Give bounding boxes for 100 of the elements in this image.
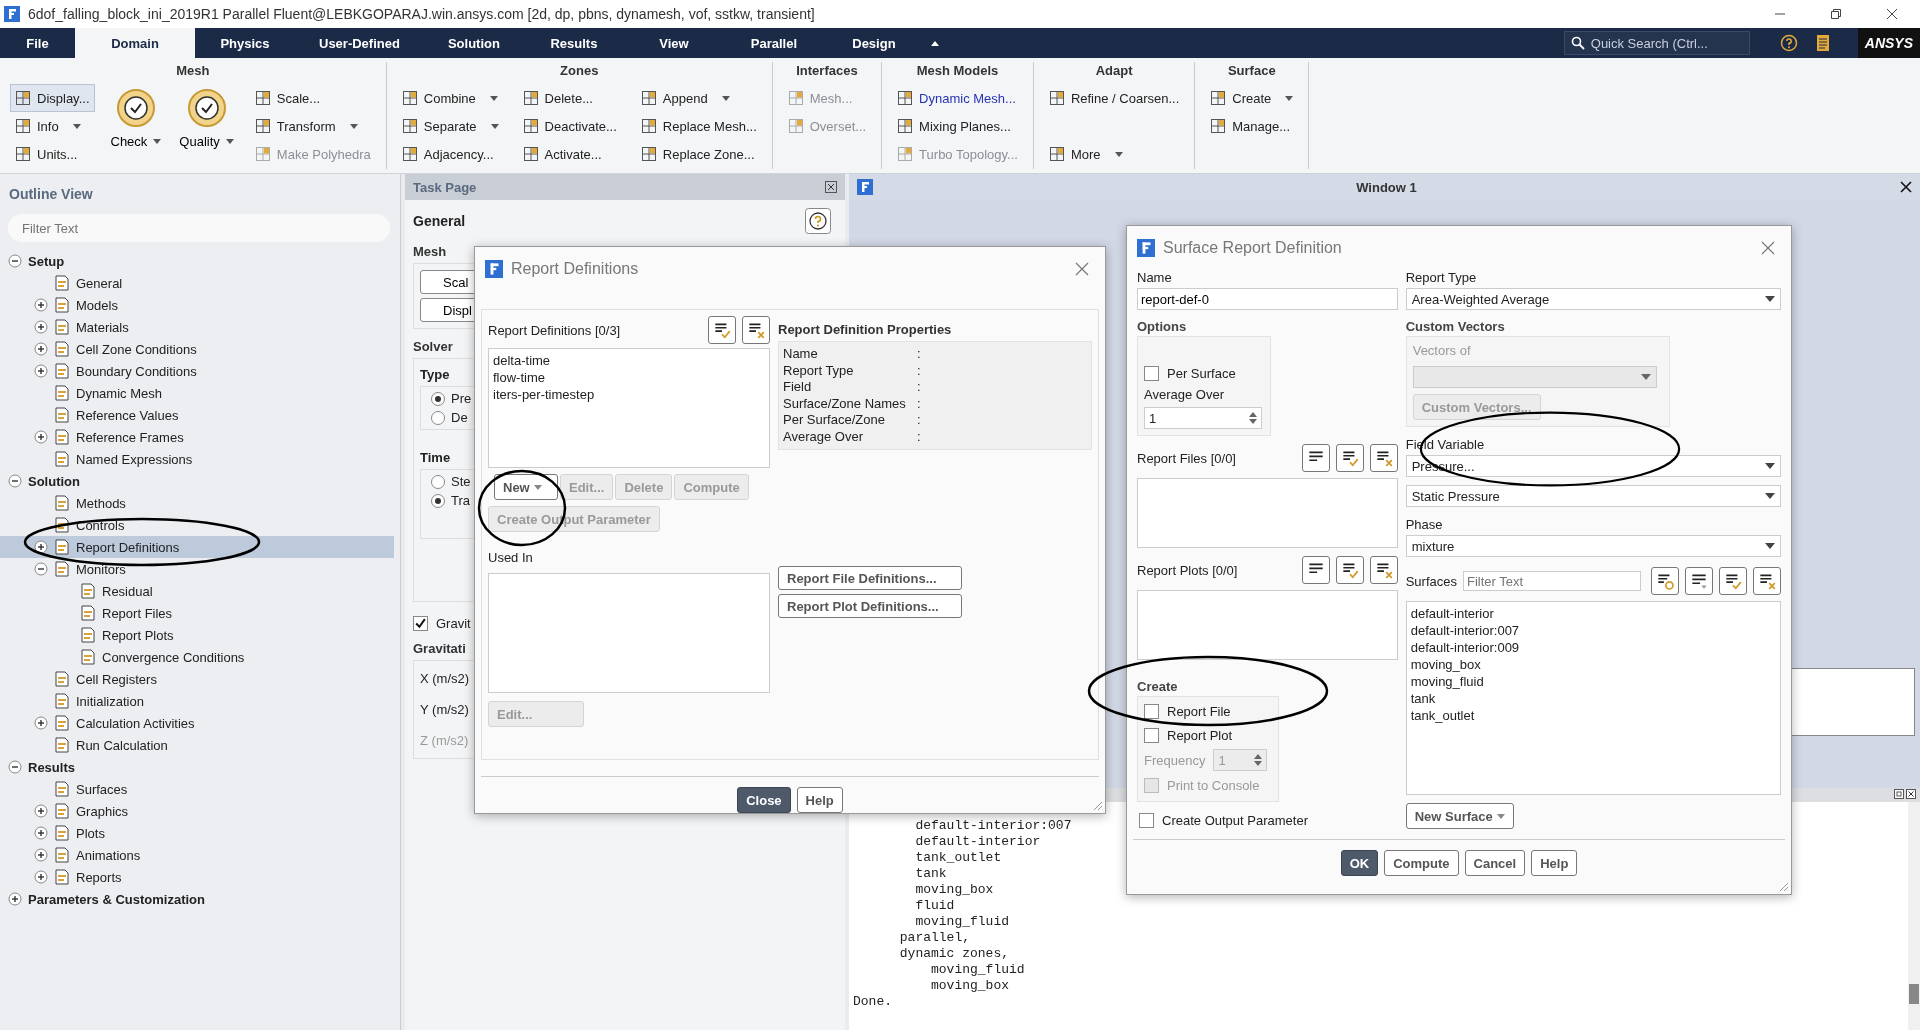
tree-item[interactable]: Boundary Conditions	[0, 360, 394, 382]
close-icon[interactable]	[1900, 181, 1912, 193]
radio-button[interactable]	[431, 410, 445, 425]
dialog-button[interactable]: Cancel	[1464, 850, 1526, 876]
list-item[interactable]: moving_box	[1410, 656, 1481, 673]
expander-icon[interactable]	[34, 540, 48, 554]
checkbox[interactable]	[1144, 365, 1159, 381]
ribbon-button[interactable]: Activate...	[517, 140, 622, 168]
radio-button[interactable]	[431, 493, 445, 508]
radio-button[interactable]	[431, 391, 445, 406]
ribbon-button[interactable]: Adjacency...	[396, 140, 504, 168]
ribbon-button[interactable]: Delete...	[517, 84, 622, 112]
definitions-button[interactable]: Report File Definitions...	[778, 566, 962, 590]
name-field[interactable]: report-def-0	[1137, 288, 1398, 310]
filter-field[interactable]: Filter Text	[1463, 571, 1641, 591]
ribbon-button[interactable]: Dynamic Mesh...	[892, 84, 1023, 112]
dialog-button[interactable]: Close	[737, 787, 791, 813]
ribbon-button[interactable]: Replace Zone...	[635, 140, 762, 168]
select-all-button[interactable]	[708, 316, 736, 344]
search-field[interactable]: Quick Search (Ctrl...	[1563, 31, 1750, 55]
list-item[interactable]: iters-per-timestep	[493, 386, 595, 403]
dialog-button[interactable]: Compute	[1384, 850, 1459, 876]
ribbon-button[interactable]: Quality	[177, 84, 236, 153]
deselect-all-button[interactable]	[742, 316, 770, 344]
ribbon-button[interactable]: Manage...	[1205, 112, 1299, 140]
tree-item[interactable]: Convergence Conditions	[0, 646, 394, 668]
spinner-arrows-icon[interactable]	[1254, 753, 1263, 767]
close-icon[interactable]	[1906, 789, 1916, 799]
menu-tab[interactable]: Solution	[423, 28, 524, 58]
help-icon[interactable]	[805, 208, 831, 234]
menu-tab[interactable]: Parallel	[723, 28, 824, 58]
list-item[interactable]: default-interior:007	[1410, 622, 1520, 639]
checkbox[interactable]	[1144, 703, 1159, 719]
list-item[interactable]: default-interior	[1410, 605, 1494, 622]
list-item[interactable]: default-interior:009	[1410, 639, 1520, 656]
tree-item[interactable]: Report Plots	[0, 624, 394, 646]
tree-item[interactable]: Initialization	[0, 690, 394, 712]
restore-icon[interactable]	[1830, 8, 1842, 20]
close-icon[interactable]	[1886, 8, 1898, 20]
tree-item[interactable]: Results	[0, 756, 394, 778]
spinner-arrows-icon[interactable]	[1249, 411, 1257, 425]
ribbon-button[interactable]: Separate	[396, 112, 504, 140]
resize-grip-icon[interactable]	[1777, 880, 1789, 892]
tree-item[interactable]: Calculation Activities	[0, 712, 394, 734]
tree-item[interactable]: Cell Zone Conditions	[0, 338, 394, 360]
dialog-button[interactable]: OK	[1340, 850, 1379, 876]
menu-tab[interactable]: User-Defined	[295, 28, 424, 58]
ribbon-button[interactable]: Scale...	[249, 84, 376, 112]
tree-item[interactable]: Reports	[0, 866, 394, 888]
tree-item[interactable]: Dynamic Mesh	[0, 382, 394, 404]
restore-icon[interactable]	[1894, 789, 1904, 799]
tree-item[interactable]: Named Expressions	[0, 448, 394, 470]
tree-item[interactable]: Reference Values	[0, 404, 394, 426]
list-item[interactable]: delta-time	[493, 352, 551, 369]
ribbon-button[interactable]: Display...	[10, 84, 95, 112]
checkbox[interactable]	[1144, 727, 1159, 743]
tree-item[interactable]: Surfaces	[0, 778, 394, 800]
list-options-button[interactable]	[1685, 567, 1713, 595]
ribbon-button[interactable]: Units...	[10, 140, 95, 168]
ribbon-button[interactable]: Replace Mesh...	[635, 112, 762, 140]
filter-options-button[interactable]	[1651, 567, 1679, 595]
ribbon-button[interactable]: Combine	[396, 84, 504, 112]
tree-item[interactable]: Materials	[0, 316, 394, 338]
definitions-button[interactable]: Report Plot Definitions...	[778, 594, 962, 618]
tree-item[interactable]: Parameters & Customization	[0, 888, 394, 910]
list-options-button[interactable]	[1301, 444, 1330, 472]
tree-item[interactable]: Residual	[0, 580, 394, 602]
tree-item[interactable]: General	[0, 272, 394, 294]
help-icon[interactable]	[1779, 34, 1798, 52]
new-surface-button[interactable]: New Surface	[1405, 803, 1514, 829]
list-item[interactable]: moving_fluid	[1410, 673, 1484, 690]
resize-grip-icon[interactable]	[1091, 799, 1103, 811]
number-field[interactable]: 1	[1144, 407, 1262, 429]
dialog-button[interactable]: Help	[1531, 850, 1578, 876]
deselect-all-button[interactable]	[1369, 444, 1398, 472]
ribbon-button[interactable]: Info	[10, 112, 95, 140]
ribbon-button[interactable]: More	[1043, 140, 1185, 168]
checkbox[interactable]	[413, 616, 428, 631]
ribbon-button[interactable]: Check	[108, 84, 164, 153]
tree-item[interactable]: Controls	[0, 514, 394, 536]
ribbon-button[interactable]: Transform	[249, 112, 376, 140]
checkbox[interactable]	[1139, 812, 1154, 828]
list-item[interactable]: tank	[1410, 690, 1436, 707]
scrollbar[interactable]	[1908, 802, 1920, 1030]
collapse-icon[interactable]	[929, 39, 940, 47]
select-all-button[interactable]	[1719, 567, 1747, 595]
action-button[interactable]: New	[494, 474, 558, 500]
filter-field[interactable]: Filter Text	[8, 214, 390, 242]
tree-item[interactable]: Solution	[0, 470, 394, 492]
list-item[interactable]: flow-time	[493, 369, 545, 386]
tree-item[interactable]: Reference Frames	[0, 426, 394, 448]
ribbon-button[interactable]: Append	[635, 84, 762, 112]
dropdown[interactable]: Area-Weighted Average	[1405, 288, 1781, 310]
deselect-all-button[interactable]	[1369, 556, 1398, 584]
radio-button[interactable]	[431, 474, 445, 489]
ribbon-button[interactable]: Refine / Coarsen...	[1043, 84, 1185, 112]
ribbon-button[interactable]: Mixing Planes...	[892, 112, 1023, 140]
select-all-button[interactable]	[1335, 556, 1364, 584]
menu-tab[interactable]: File	[0, 28, 75, 58]
menu-tab[interactable]: Physics	[195, 28, 295, 58]
